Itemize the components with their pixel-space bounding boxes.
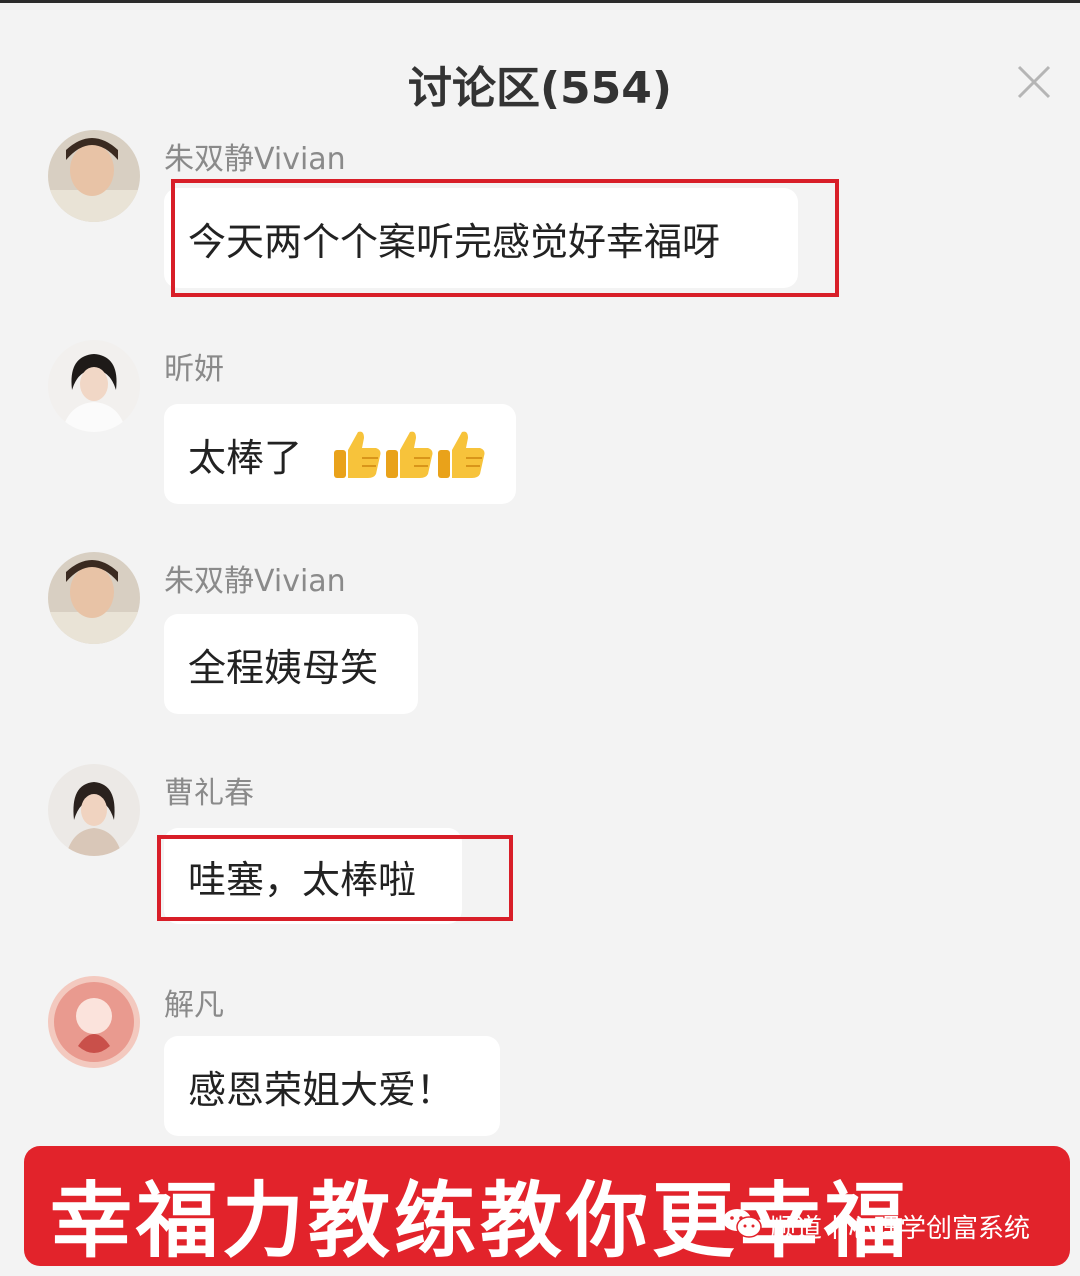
comment-bubble: 全程姨母笑 [164,614,418,714]
wechat-icon [722,1206,762,1247]
page-title: 讨论区(554) [407,63,673,114]
comment-bubble: 太棒了 [164,404,516,504]
top-edge-divider [0,0,1080,3]
thumbs-up-icon [384,428,434,480]
discussion-screen: 讨论区(554) 朱双静Vivian 今天两个个案听完感觉好幸福呀 昕妍 太棒了… [0,0,1080,1276]
avatar[interactable] [48,552,140,644]
comment-username: 解凡 [164,988,224,1023]
highlight-frame [171,179,839,297]
comment-username: 朱双静Vivian [164,564,346,599]
highlight-frame [157,835,513,921]
close-icon [1017,65,1051,99]
comment-username: 朱双静Vivian [164,142,346,177]
close-button[interactable] [1014,62,1054,102]
thumbs-up-icon [332,428,382,480]
watermark-text: 顺道丨心理学创富系统 [770,1214,1031,1244]
avatar[interactable] [48,764,140,856]
avatar[interactable] [48,340,140,432]
thumbs-up-icon [436,428,486,480]
comment-bubble: 感恩荣姐大爱！ [164,1036,500,1136]
comment-username: 昕妍 [164,352,224,387]
comment-text: 太棒了 [188,435,303,480]
comment-username: 曹礼春 [164,776,254,811]
emoji-group [332,428,486,480]
watermark: 顺道丨心理学创富系统 [722,1206,1030,1247]
comment-text: 感恩荣姐大爱！ [188,1067,455,1112]
avatar[interactable] [48,130,140,222]
avatar[interactable] [48,976,140,1068]
comment-text: 全程姨母笑 [188,645,379,690]
